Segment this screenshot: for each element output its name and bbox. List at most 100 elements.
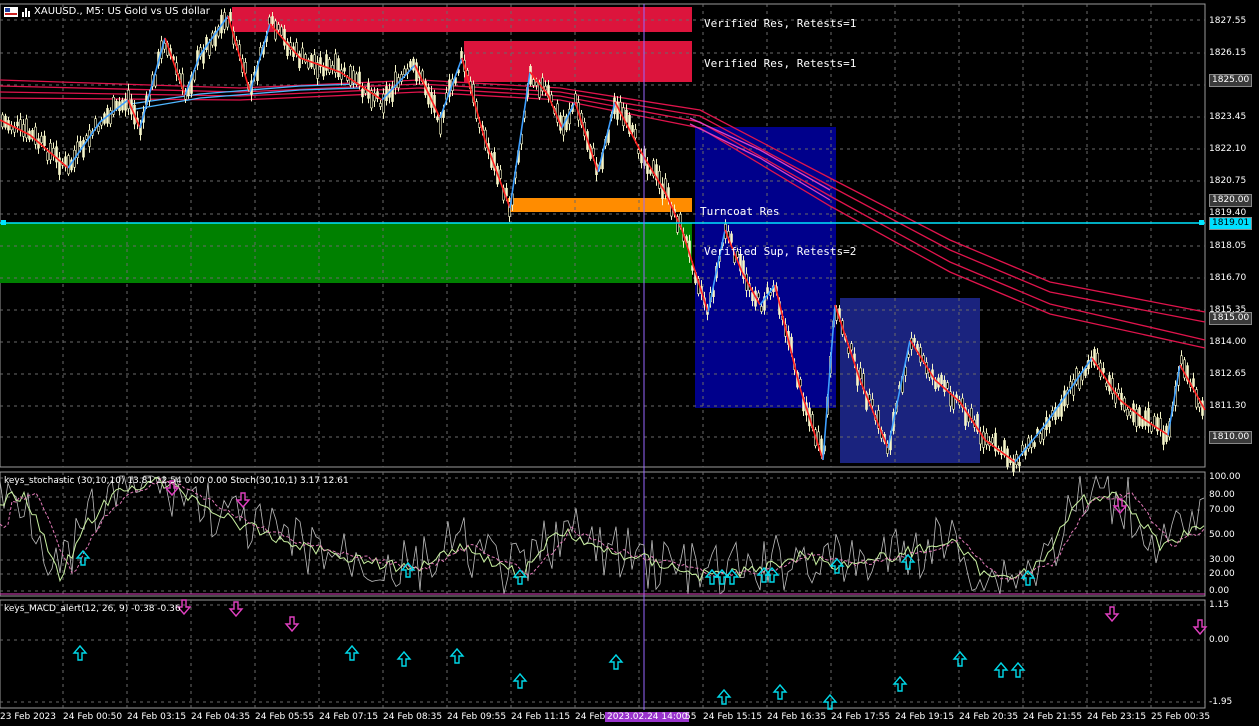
macd-axis-label: 0.00 bbox=[1209, 635, 1230, 645]
candle bbox=[1120, 392, 1123, 405]
time-label: 24 Feb 17:55 bbox=[831, 712, 891, 722]
candle bbox=[1126, 409, 1129, 417]
crosshair-time-label: 2023.02.24 14:00 bbox=[605, 712, 690, 722]
candle bbox=[34, 126, 37, 145]
candle bbox=[1072, 379, 1075, 396]
time-label: 24 Feb 03:15 bbox=[127, 712, 187, 722]
zigzag-segment bbox=[509, 71, 531, 209]
candle bbox=[277, 24, 280, 31]
price-label: 1816.70 bbox=[1209, 273, 1247, 283]
price-line-handle bbox=[1, 220, 6, 225]
candle bbox=[1018, 461, 1021, 467]
candle bbox=[970, 408, 973, 419]
candle bbox=[625, 109, 628, 123]
candle bbox=[1042, 428, 1045, 440]
candle bbox=[946, 382, 949, 389]
stoch-axis-label: 20.00 bbox=[1209, 569, 1235, 579]
candle bbox=[1180, 355, 1183, 365]
macd-sell-arrow-icon bbox=[1192, 619, 1208, 636]
zigzag-segment bbox=[67, 121, 101, 169]
candle bbox=[757, 292, 760, 299]
price-label: 1823.45 bbox=[1209, 112, 1247, 122]
macd-sell-arrow-icon-shape bbox=[1192, 619, 1208, 636]
candle bbox=[1198, 402, 1201, 408]
macd-buy-arrow-icon-shape bbox=[1010, 661, 1026, 678]
stoch-axis-label: 100.00 bbox=[1209, 472, 1241, 482]
candle bbox=[16, 121, 19, 127]
zigzag-segment bbox=[597, 101, 616, 173]
macd-axis-label: 1.15 bbox=[1209, 600, 1230, 610]
macd-sell-arrow-icon bbox=[284, 616, 300, 633]
candle bbox=[730, 233, 733, 243]
candle bbox=[268, 16, 271, 25]
symbol-text: XAUUSD., M5: US Gold vs US dollar bbox=[34, 6, 210, 17]
zigzag-segment bbox=[29, 134, 69, 169]
candle bbox=[343, 67, 346, 72]
candle bbox=[574, 93, 577, 103]
trading-chart[interactable] bbox=[0, 0, 1259, 726]
candle bbox=[1105, 382, 1108, 387]
candle bbox=[280, 26, 283, 36]
time-label: 24 Feb 09:55 bbox=[447, 712, 507, 722]
zigzag-segment bbox=[1044, 357, 1093, 426]
candle bbox=[379, 103, 382, 107]
zigzag-segment bbox=[439, 57, 463, 119]
candle bbox=[127, 89, 130, 109]
candle bbox=[535, 81, 538, 86]
turncoat-zone bbox=[508, 198, 692, 212]
candle bbox=[40, 135, 43, 144]
stoch-sell-arrow-icon-shape bbox=[235, 492, 251, 509]
candle bbox=[340, 69, 343, 80]
price-level-box: 1810.00 bbox=[1209, 431, 1253, 444]
candle bbox=[337, 58, 340, 78]
candle bbox=[301, 47, 304, 59]
candle bbox=[1111, 378, 1114, 394]
stoch-sell-arrow-icon bbox=[235, 492, 251, 509]
macd-buy-arrow-icon-shape bbox=[892, 675, 908, 692]
zigzag-segment bbox=[1091, 357, 1121, 401]
candle bbox=[82, 139, 85, 158]
zigzag-segment bbox=[1167, 364, 1181, 436]
candle bbox=[46, 151, 49, 161]
candle bbox=[1159, 418, 1162, 431]
time-label: 24 Feb 15:15 bbox=[703, 712, 763, 722]
price-label: 1822.10 bbox=[1209, 144, 1247, 154]
macd-buy-arrow-icon-shape bbox=[952, 650, 968, 667]
support-zone bbox=[0, 223, 692, 283]
zone-label-sup: Verified Sup, Retests=2 bbox=[704, 245, 857, 258]
price-label: 1826.15 bbox=[1209, 48, 1247, 58]
macd-axis-label: -1.95 bbox=[1209, 697, 1233, 707]
candle bbox=[226, 18, 229, 28]
zone-label-turncoat: Turncoat Res bbox=[700, 205, 780, 218]
candle bbox=[1102, 367, 1105, 373]
macd-buy-arrow-icon-shape bbox=[449, 647, 465, 664]
candle bbox=[544, 85, 547, 91]
macd-buy-arrow-icon-shape bbox=[772, 683, 788, 700]
candle bbox=[1033, 442, 1036, 447]
zigzag-segment bbox=[614, 101, 641, 151]
macd-buy-arrow-icon bbox=[608, 653, 624, 670]
stoch-axis-label: 70.00 bbox=[1209, 505, 1235, 515]
macd-buy-arrow-icon bbox=[822, 693, 838, 710]
macd-buy-arrow-icon bbox=[892, 675, 908, 692]
candle bbox=[349, 66, 352, 86]
macd-sell-arrow-icon bbox=[1104, 606, 1120, 623]
macd-buy-arrow-icon bbox=[396, 650, 412, 667]
candle bbox=[85, 135, 88, 140]
candle bbox=[907, 354, 910, 358]
candle bbox=[271, 16, 274, 24]
macd-sell-arrow-icon bbox=[228, 601, 244, 618]
macd-buy-arrow-icon bbox=[344, 644, 360, 661]
candle bbox=[850, 343, 853, 351]
time-label: 24 Feb 16:35 bbox=[767, 712, 827, 722]
candle bbox=[358, 71, 361, 85]
macd-panel-frame bbox=[0, 599, 1206, 709]
macd-sell-arrow-icon-shape bbox=[228, 601, 244, 618]
time-label: 24 Feb 05:55 bbox=[255, 712, 315, 722]
candle bbox=[295, 42, 298, 54]
candle bbox=[1153, 415, 1156, 427]
time-label: 24 Feb 07:15 bbox=[319, 712, 379, 722]
zigzag-segment bbox=[249, 23, 271, 93]
candle bbox=[631, 125, 634, 133]
price-label: 1818.05 bbox=[1209, 241, 1247, 251]
